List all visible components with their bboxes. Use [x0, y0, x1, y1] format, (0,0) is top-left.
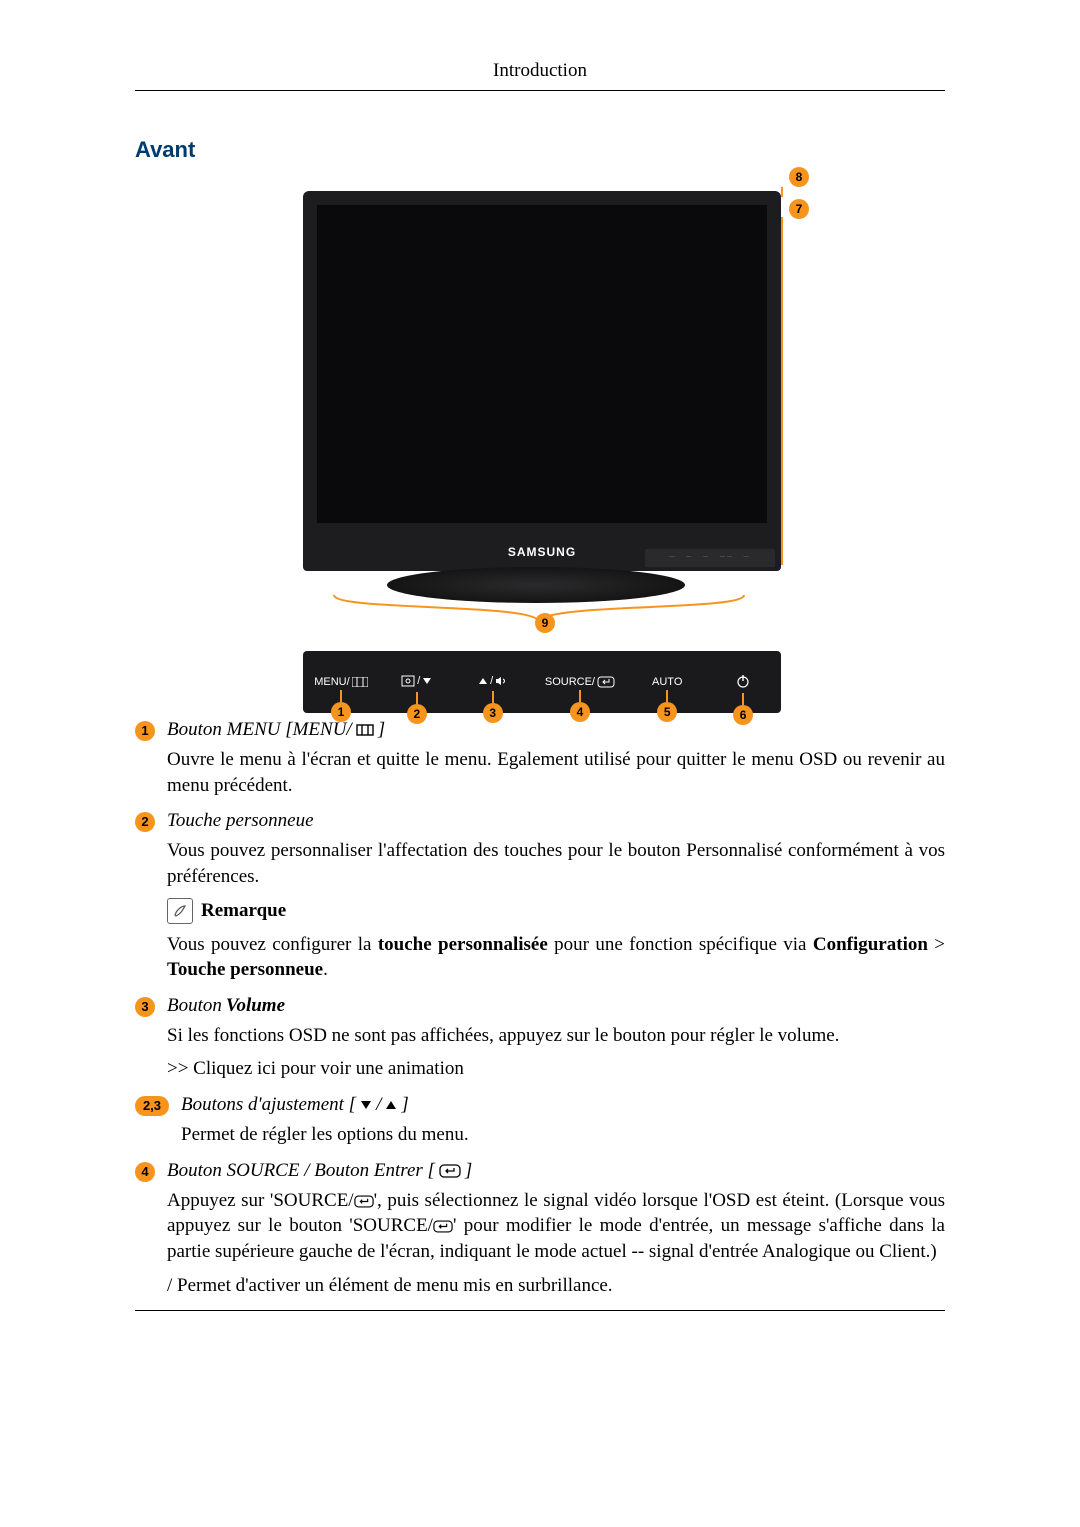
note-icon — [167, 898, 193, 924]
page-header-title: Introduction — [135, 60, 945, 82]
entry-4: 4 Bouton SOURCE / Bouton Entrer [ ] Appu… — [135, 1160, 945, 1307]
entry-4-text1: Appuyez sur 'SOURCE/', puis sélectionnez… — [167, 1188, 945, 1265]
e2-np-pre: Vous pouvez configurer la — [167, 934, 378, 955]
monitor-body: SAMSUNG — — — —— — — [303, 191, 781, 571]
bullet-23: 2,3 — [135, 1096, 169, 1116]
entry-23-title: Boutons d'ajustement [ / ] — [181, 1094, 945, 1116]
leader-1 — [340, 690, 342, 702]
ctrl-power: 6 — [705, 674, 781, 691]
ctrl-source-label: SOURCE/ — [545, 676, 595, 688]
enter-icon — [439, 1164, 461, 1178]
enter-icon — [597, 676, 615, 688]
control-bar: MENU/ 1 / 2 — [303, 651, 781, 713]
e23-title-mid: / — [376, 1094, 381, 1116]
header-rule — [135, 90, 945, 91]
entry-3-text: Si les fonctions OSD ne sont pas affiché… — [167, 1023, 945, 1049]
triangle-down-icon — [360, 1099, 372, 1111]
leader-6 — [742, 693, 744, 705]
marker-1: 1 — [331, 702, 351, 722]
note-label: Remarque — [201, 900, 286, 922]
e2-np-b1: touche personnalisée — [378, 934, 548, 955]
marker-8: 8 — [789, 167, 809, 187]
leader-8 — [781, 187, 783, 197]
ctrl-menu: MENU/ 1 — [303, 676, 379, 688]
entry-23: 2,3 Boutons d'ajustement [ / ] Permet de… — [135, 1094, 945, 1156]
section-title-avant: Avant — [135, 137, 945, 163]
entry-2-note-text: Vous pouvez configurer la touche personn… — [167, 932, 945, 983]
e4-title-post: ] — [465, 1160, 472, 1182]
bullet-4: 4 — [135, 1162, 155, 1182]
entry-2-text: Vous pouvez personnaliser l'affectation … — [167, 838, 945, 889]
e3-title-bold: Volume — [226, 995, 285, 1017]
e2-np-gt: > — [928, 934, 945, 955]
note-line: Remarque — [167, 898, 945, 924]
marker-6: 6 — [733, 705, 753, 725]
leader-4 — [579, 690, 581, 702]
footer-rule — [135, 1310, 945, 1311]
triangle-down-icon — [422, 676, 432, 686]
marker-2: 2 — [407, 704, 427, 724]
monitor-screen — [317, 205, 767, 523]
enter-icon — [433, 1220, 453, 1233]
ctrl-auto: AUTO 5 — [629, 676, 705, 688]
marker-7: 7 — [789, 199, 809, 219]
entry-3-title: Bouton Volume — [167, 995, 945, 1017]
ctrl-volume-up: / 3 — [455, 675, 531, 689]
entry-4-title: Bouton SOURCE / Bouton Entrer [ ] — [167, 1160, 945, 1182]
entry-3: 3 Bouton Volume Si les fonctions OSD ne … — [135, 995, 945, 1090]
e2-np-mid: pour une fonction spécifique via — [548, 934, 813, 955]
leader-3 — [492, 691, 494, 703]
menu-bars-icon — [356, 724, 374, 736]
speaker-icon — [495, 676, 507, 686]
entry-4-text2: / Permet d'activer un élément de menu mi… — [167, 1273, 945, 1299]
entry-1-title: Bouton MENU [MENU/ ] — [167, 719, 945, 741]
menu-bars-icon — [352, 677, 368, 687]
entry-1-text: Ouvre le menu à l'écran et quitte le men… — [167, 747, 945, 798]
e2-np-end: . — [323, 959, 328, 980]
e3-title-pre: Bouton — [167, 995, 222, 1017]
leader-2 — [416, 692, 418, 704]
leader-7 — [781, 217, 783, 565]
monitor-button-strip: — — — —— — — [645, 549, 775, 567]
e23-title-pre: Boutons d'ajustement [ — [181, 1094, 356, 1116]
brightness-box-icon — [401, 675, 415, 687]
entry-2-title: Touche personneue — [167, 810, 945, 832]
ctrl-auto-label: AUTO — [652, 676, 682, 688]
marker-5: 5 — [657, 702, 677, 722]
monitor-figure: SAMSUNG — — — —— — 8 7 9 MENU/ — [275, 171, 805, 691]
marker-3: 3 — [483, 703, 503, 723]
entry-2-title-text: Touche personneue — [167, 810, 314, 832]
entry-1-title-pre: Bouton MENU [MENU/ — [167, 719, 352, 741]
entry-2: 2 Touche personneue Vous pouvez personna… — [135, 810, 945, 991]
e4-title-pre: Bouton SOURCE / Bouton Entrer [ — [167, 1160, 435, 1182]
triangle-up-icon — [385, 1099, 397, 1111]
entry-1: 1 Bouton MENU [MENU/ ] Ouvre le menu à l… — [135, 719, 945, 806]
marker-9: 9 — [535, 613, 555, 633]
enter-icon — [354, 1195, 374, 1208]
ctrl-custom-down: / 2 — [379, 675, 455, 690]
ctrl-menu-label: MENU/ — [314, 676, 349, 688]
bullet-2: 2 — [135, 812, 155, 832]
entry-3-link[interactable]: >> Cliquez ici pour voir une animation — [167, 1056, 945, 1082]
e23-title-post: ] — [401, 1094, 408, 1116]
e2-np-b3: Touche personneue — [167, 959, 323, 980]
entry-23-text: Permet de régler les options du menu. — [181, 1122, 945, 1148]
triangle-up-icon — [478, 676, 488, 686]
ctrl-source: SOURCE/ 4 — [531, 676, 630, 688]
entry-1-title-post: ] — [378, 719, 385, 741]
figure-wrap: SAMSUNG — — — —— — 8 7 9 MENU/ — [135, 171, 945, 691]
bullet-3: 3 — [135, 997, 155, 1017]
bullet-1: 1 — [135, 721, 155, 741]
e4-p1-pre: Appuyez sur 'SOURCE/ — [167, 1190, 354, 1211]
page: Introduction Avant SAMSUNG — — — —— — — [0, 0, 1080, 1527]
power-icon — [736, 674, 750, 688]
leader-5 — [666, 690, 668, 702]
e2-np-b2: Configuration — [813, 934, 928, 955]
marker-4: 4 — [570, 702, 590, 722]
